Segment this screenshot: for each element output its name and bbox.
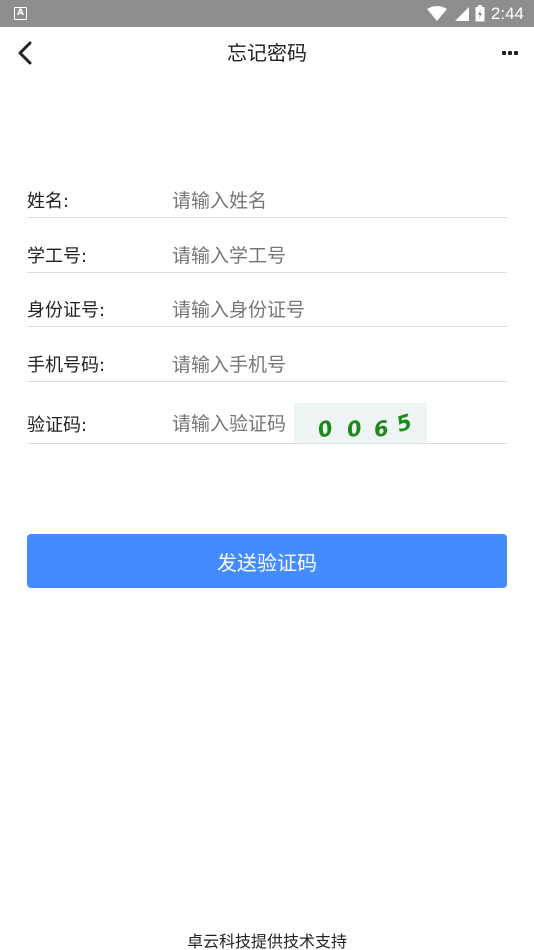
footer-text: 卓云科技提供技术支持 <box>186 932 347 950</box>
wifi-icon <box>426 5 447 21</box>
status-bar: A 2:44 <box>0 0 534 27</box>
more-icon[interactable] <box>498 41 522 65</box>
captcha-digit-1: 0 <box>315 416 335 443</box>
send-code-button[interactable]: 发送验证码 <box>27 534 507 588</box>
id-card-label: 身份证号: <box>27 300 106 321</box>
signal-icon <box>454 6 469 21</box>
battery-icon <box>475 5 485 22</box>
back-button[interactable] <box>10 37 40 69</box>
captcha-label: 验证码: <box>27 415 88 436</box>
phone-input[interactable] <box>172 350 507 380</box>
captcha-row: 验证码: 0 0 6 5 <box>27 403 507 444</box>
chevron-left-icon <box>18 41 32 65</box>
student-id-row: 学工号: <box>27 237 507 273</box>
id-card-input[interactable] <box>172 295 507 325</box>
captcha-digit-3: 6 <box>372 416 390 442</box>
id-card-row: 身份证号: <box>27 291 507 327</box>
name-input[interactable] <box>172 186 507 216</box>
captcha-digit-2: 0 <box>345 416 364 442</box>
phone-row: 手机号码: <box>27 346 507 382</box>
captcha-image[interactable]: 0 0 6 5 <box>294 403 427 443</box>
status-time: 2:44 <box>490 3 524 23</box>
captcha-digit-4: 5 <box>394 410 415 437</box>
name-label: 姓名: <box>27 191 70 212</box>
student-id-input[interactable] <box>172 241 507 271</box>
phone-label: 手机号码: <box>27 355 106 376</box>
status-icons: 2:44 <box>426 0 524 27</box>
captcha-input[interactable] <box>172 409 294 439</box>
student-id-label: 学工号: <box>27 246 88 267</box>
nav-bar: 忘记密码 <box>0 27 534 79</box>
name-row: 姓名: <box>27 182 507 218</box>
page-title: 忘记密码 <box>227 41 307 65</box>
notification-icon: A <box>14 7 27 20</box>
